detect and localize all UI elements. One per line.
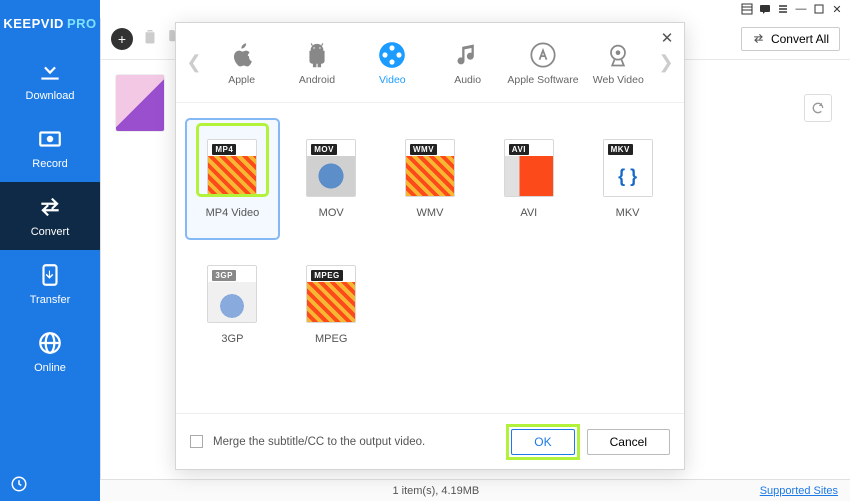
brand-name: KEEPVID (3, 16, 64, 31)
transfer-icon (37, 262, 63, 288)
format-mkv[interactable]: MKV{ }MKV (581, 119, 674, 239)
sidebar-item-label: Convert (31, 226, 70, 238)
sidebar-item-convert[interactable]: Convert (0, 182, 100, 250)
category-label: Video (379, 74, 406, 86)
apple-icon (227, 40, 257, 70)
format-label: 3GP (221, 333, 243, 345)
refresh-button[interactable] (804, 94, 832, 122)
sidebar-item-label: Transfer (30, 294, 71, 306)
format-icon: MPEG (306, 265, 356, 323)
format-label: WMV (417, 207, 444, 219)
globe-icon (37, 330, 63, 356)
format-label: MKV (616, 207, 640, 219)
supported-sites-link[interactable]: Supported Sites (760, 485, 838, 497)
format-avi[interactable]: AVI AVI (482, 119, 575, 239)
convert-all-button[interactable]: Convert All (741, 27, 840, 51)
format-icon: MP4 (207, 139, 257, 197)
convert-icon (37, 194, 63, 220)
sidebar-item-online[interactable]: Online (0, 318, 100, 386)
format-label: MP4 Video (206, 207, 260, 219)
webvideo-icon (603, 40, 633, 70)
ok-highlight: OK (509, 427, 576, 457)
category-label: Audio (454, 74, 481, 86)
sidebar: KEEPVID PRO Download Record Convert Tran… (0, 0, 100, 501)
category-audio[interactable]: Audio (432, 40, 504, 86)
category-row: ❮ Apple Android Video Audio Apple Softwa… (176, 23, 684, 103)
format-tag: WMV (410, 144, 437, 155)
app-logo: KEEPVID PRO (0, 0, 100, 46)
trash-icon (141, 27, 159, 50)
format-wmv[interactable]: WMV WMV (384, 119, 477, 239)
titlebar: — ✕ (0, 0, 850, 18)
merge-label: Merge the subtitle/CC to the output vide… (213, 436, 499, 448)
category-apple[interactable]: Apple (206, 40, 278, 86)
format-grid: MP4MP4 VideoMOVMOVWMVWMVAVIAVIMKV{ }MKV3… (176, 103, 684, 413)
format-tag: MOV (311, 144, 337, 155)
maximize-button[interactable] (812, 2, 826, 16)
sidebar-item-record[interactable]: Record (0, 114, 100, 182)
category-next-button[interactable]: ❯ (656, 52, 676, 73)
add-button[interactable]: + (111, 28, 133, 50)
category-prev-button[interactable]: ❮ (184, 52, 204, 73)
format-tag: MKV (608, 144, 633, 155)
convert-small-icon (752, 32, 765, 45)
category-video[interactable]: Video (356, 40, 428, 86)
format-icon: AVI (504, 139, 554, 197)
menu-icon[interactable] (740, 2, 754, 16)
format-label: MPEG (315, 333, 347, 345)
brand-suffix: PRO (67, 16, 97, 31)
convert-all-label: Convert All (771, 32, 829, 46)
format-mp4[interactable]: MP4 MP4 Video (186, 119, 279, 239)
format-label: MOV (319, 207, 344, 219)
format-label: AVI (520, 207, 537, 219)
sidebar-item-label: Download (26, 90, 75, 102)
format-icon: MKV{ } (603, 139, 653, 197)
minimize-button[interactable]: — (794, 2, 808, 16)
hamburger-icon[interactable] (776, 2, 790, 16)
format-mpeg[interactable]: MPEG MPEG (285, 245, 378, 365)
category-label: Web Video (593, 74, 644, 86)
download-icon (37, 58, 63, 84)
sidebar-item-label: Online (34, 362, 66, 374)
format-3gp[interactable]: 3GP 3GP (186, 245, 279, 365)
status-text: 1 item(s), 4.19MB (112, 485, 760, 497)
format-icon: 3GP (207, 265, 257, 323)
video-icon (377, 40, 407, 70)
modal-footer: Merge the subtitle/CC to the output vide… (176, 413, 684, 469)
android-icon (302, 40, 332, 70)
sidebar-item-download[interactable]: Download (0, 46, 100, 114)
category-label: Apple (228, 74, 255, 86)
close-button[interactable]: ✕ (830, 2, 844, 16)
category-apple-software[interactable]: Apple Software (507, 40, 579, 86)
format-mov[interactable]: MOV MOV (285, 119, 378, 239)
record-icon (37, 126, 63, 152)
statusbar: 1 item(s), 4.19MB Supported Sites (100, 479, 850, 501)
audio-icon (453, 40, 483, 70)
format-tag: MP4 (212, 144, 236, 155)
format-tag: 3GP (212, 270, 236, 281)
appstore-icon (528, 40, 558, 70)
history-icon[interactable] (10, 475, 28, 493)
format-icon: WMV (405, 139, 455, 197)
category-web-video[interactable]: Web Video (582, 40, 654, 86)
format-tag: AVI (509, 144, 529, 155)
sidebar-item-transfer[interactable]: Transfer (0, 250, 100, 318)
format-modal: ✕ ❮ Apple Android Video Audio Apple Soft (175, 22, 685, 470)
format-icon: MOV (306, 139, 356, 197)
category-label: Apple Software (507, 74, 578, 86)
ok-button[interactable]: OK (511, 429, 574, 455)
format-tag: MPEG (311, 270, 343, 281)
sidebar-item-label: Record (32, 158, 67, 170)
category-android[interactable]: Android (281, 40, 353, 86)
chat-icon[interactable] (758, 2, 772, 16)
category-label: Android (299, 74, 335, 86)
cancel-button[interactable]: Cancel (587, 429, 670, 455)
merge-checkbox[interactable] (190, 435, 203, 448)
video-thumbnail[interactable] (115, 74, 165, 132)
